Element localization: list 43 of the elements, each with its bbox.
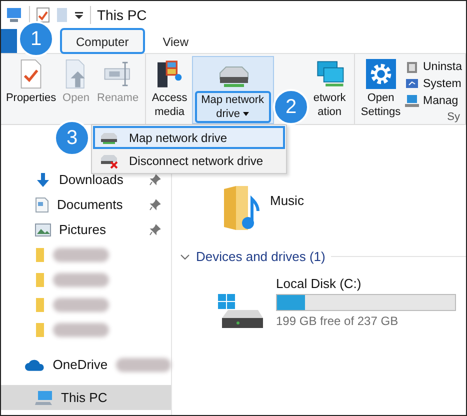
blurred-label (116, 358, 171, 372)
ribbon-tab[interactable]: View (148, 29, 204, 53)
chevron-icon[interactable] (180, 252, 190, 260)
ribbon-small-button[interactable]: System (405, 77, 462, 91)
blurred-label (53, 272, 109, 286)
network-drive-icon (99, 130, 119, 144)
group-label: Sy (447, 111, 460, 123)
down-arrow-icon (35, 172, 51, 188)
folder-name[interactable]: Music (270, 193, 304, 208)
computer-icon (35, 390, 53, 406)
drive-icon (218, 294, 264, 330)
blurred-label (53, 322, 109, 336)
nav-item[interactable]: OneDrive (1, 352, 171, 377)
nav-item[interactable]: Pictures (1, 217, 171, 242)
blurred-label (53, 248, 109, 262)
properties-icon[interactable] (36, 7, 50, 23)
image-icon (35, 222, 51, 236)
drive-cross-icon (99, 152, 119, 168)
free-space-text: 199 GB free of 237 GB (276, 314, 400, 328)
section-header: Devices and drives (1) (196, 249, 326, 264)
file-tab[interactable] (1, 29, 17, 53)
dropdown-icon[interactable] (74, 10, 84, 20)
ribbon-button[interactable]: etwork ation (308, 56, 351, 124)
ribbon-button[interactable]: Map network drive (192, 56, 274, 124)
music-folder-icon (222, 185, 262, 231)
window-title: This PC (97, 7, 147, 23)
settings-icon (364, 59, 398, 89)
nav-item[interactable]: This PC (1, 385, 171, 410)
menu-item[interactable]: Map network drive (93, 126, 285, 149)
blurred-label (53, 298, 109, 312)
monitor-icon (405, 77, 419, 91)
cloud-icon (25, 358, 45, 370)
ribbon-button[interactable]: Open Settings (358, 56, 404, 124)
ribbon-button[interactable]: Access media (148, 56, 191, 124)
ribbon-small-button[interactable]: Manag (405, 94, 462, 108)
ribbon-small-button[interactable]: Uninsta (405, 60, 462, 74)
computer-icon (5, 7, 23, 23)
ribbon-tab[interactable]: Computer (61, 29, 144, 53)
document-icon (35, 196, 49, 212)
nav-item[interactable]: Documents (1, 192, 171, 217)
drive-name[interactable]: Local Disk (C:) (276, 276, 456, 291)
computer-icon (405, 94, 419, 108)
step-badge: 3 (54, 120, 90, 156)
